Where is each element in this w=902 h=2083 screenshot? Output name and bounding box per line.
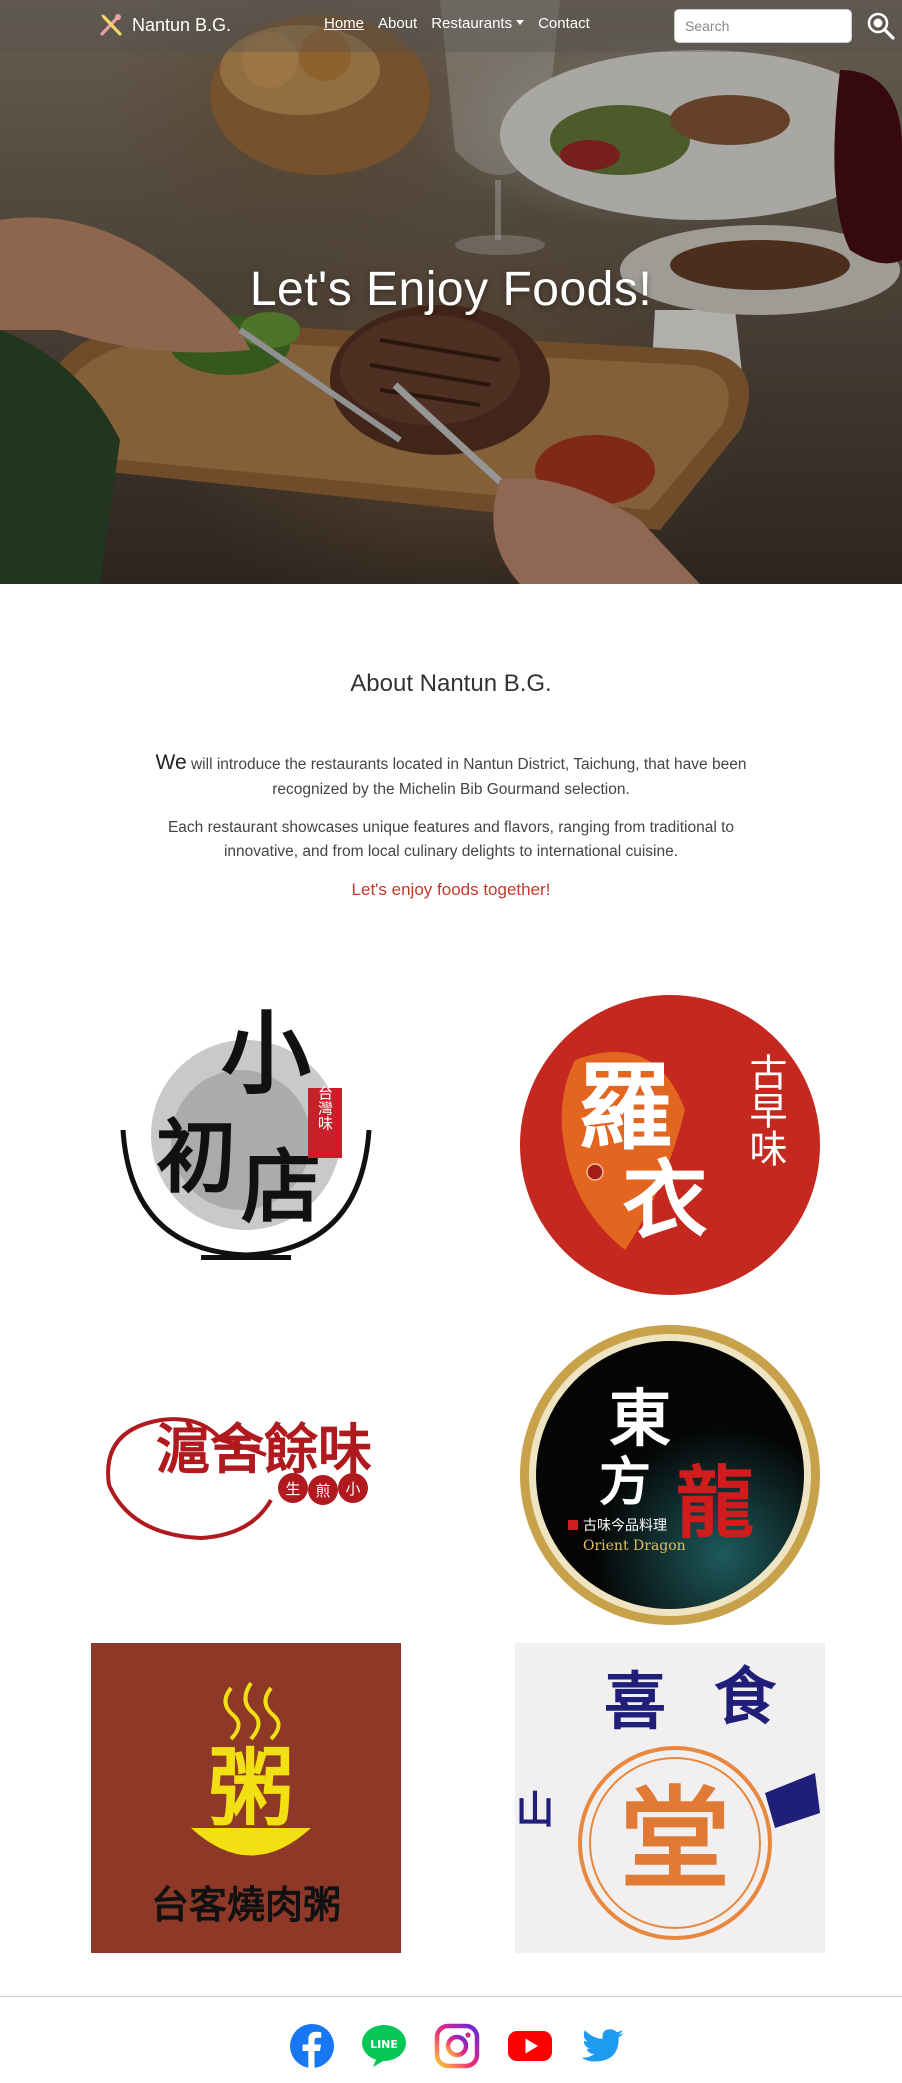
brand-link[interactable]: Nantun B.G. [98, 12, 231, 38]
twitter-link[interactable] [580, 2023, 626, 2069]
line-icon-label: LINE [370, 2038, 398, 2051]
brand-name: Nantun B.G. [132, 14, 232, 35]
nav-home[interactable]: Home [324, 15, 364, 32]
logo-name: 滬舍餘味 [156, 1417, 372, 1481]
logo-tag-1: 生 [285, 1480, 300, 1498]
logo-char-1: 東 [609, 1382, 671, 1455]
nav-about[interactable]: About [378, 15, 417, 32]
logo-char-2: 喜 [604, 1665, 666, 1738]
logo-char: 粥 [208, 1739, 293, 1839]
nav-contact[interactable]: Contact [538, 15, 590, 32]
navbar: Nantun B.G. Home About Restaurants Conta… [0, 0, 902, 52]
logo-tag: 古味今品料理 [583, 1518, 667, 1534]
nav-restaurants-dropdown[interactable]: Restaurants [431, 15, 525, 32]
logo-char-2: 初 [156, 1110, 236, 1204]
logo-tag-en: Orient Dragon [583, 1538, 686, 1554]
hero-title: Let's Enjoy Foods! [249, 263, 653, 316]
logo-char-4: 堂 [620, 1775, 730, 1904]
logo-char-3: 龍 [676, 1458, 754, 1549]
line-icon: LINE [362, 2025, 406, 2067]
about-paragraph-1: We will introduce the restaurants locate… [151, 750, 751, 802]
logo-char-3: 食 [714, 1660, 777, 1733]
restaurant-logo-dongfanglong[interactable]: 東 方 龍 古味今品料理 Orient Dragon [515, 1320, 825, 1630]
search-input[interactable] [674, 9, 852, 43]
caret-down-icon [516, 20, 525, 25]
utensils-logo-icon [100, 14, 122, 36]
search-icon [867, 12, 895, 40]
about-title: About Nantun B.G. [350, 670, 552, 697]
search-button[interactable] [866, 11, 896, 41]
logo-char-2: 方 [599, 1452, 651, 1513]
restaurant-logo-taike[interactable]: 粥 台客燒肉粥 [91, 1643, 401, 1953]
restaurant-logo-luoyi[interactable]: 羅 衣 古早味 [515, 990, 825, 1300]
logo-tag-3: 小 [345, 1480, 360, 1498]
facebook-link[interactable] [289, 2023, 335, 2069]
youtube-icon [508, 2031, 552, 2061]
facebook-icon [290, 2024, 334, 2068]
logo-char-2: 衣 [622, 1151, 707, 1251]
about-paragraph-2: Each restaurant showcases unique feature… [167, 819, 735, 860]
about-paragraph-1-text: will introduce the restaurants located i… [190, 756, 747, 798]
about-section: About Nantun B.G. We will introduce the … [0, 584, 902, 924]
instagram-link[interactable] [434, 2023, 480, 2069]
logo-tag-2: 煎 [315, 1482, 330, 1500]
line-link[interactable]: LINE [361, 2023, 407, 2069]
hero-banner: Let's Enjoy Foods! [0, 0, 902, 584]
about-cta: Let's enjoy foods together! [351, 880, 551, 899]
logo-name: 台客燒肉粥 [151, 1882, 341, 1927]
twitter-icon [581, 2029, 624, 2062]
restaurant-logo-shanxi[interactable]: 山 喜 食 堂 [515, 1643, 825, 1953]
about-lead-word: We [155, 751, 187, 774]
logo-char-1: 山 [516, 1787, 554, 1832]
logo-char-1: 羅 [577, 1052, 672, 1163]
youtube-link[interactable] [507, 2023, 553, 2069]
logo-tag: 古早味 [743, 1053, 787, 1167]
footer-divider [0, 1996, 902, 1997]
instagram-icon [434, 2023, 480, 2069]
restaurant-logo-hushe[interactable]: 滬舍餘味 生 煎 小 [91, 1320, 401, 1630]
logo-tag: 台灣味 [316, 1086, 334, 1131]
restaurant-logo-xiaochudian[interactable]: 小 初 店 台灣味 [91, 990, 401, 1300]
nav-restaurants-label: Restaurants [431, 15, 513, 32]
logo-char-1: 小 [221, 1001, 311, 1107]
